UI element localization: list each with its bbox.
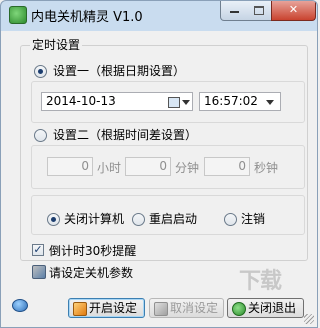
logoff-radio[interactable] xyxy=(224,213,237,226)
group-title: 定时设置 xyxy=(30,36,83,53)
minutes-input[interactable]: 0 xyxy=(125,157,171,176)
date-picker[interactable]: 2014-10-13 xyxy=(41,92,193,111)
countdown-label[interactable]: 倒计时30秒提醒 xyxy=(49,242,136,259)
start-button[interactable]: 开启设定 xyxy=(68,298,145,318)
calendar-icon[interactable] xyxy=(168,97,180,108)
resize-grip-icon[interactable] xyxy=(304,314,314,324)
start-icon xyxy=(73,302,87,316)
option1-label[interactable]: 设置一（根据日期设置） xyxy=(53,62,185,79)
seconds-unit: 秒钟 xyxy=(254,161,279,175)
hint-text: 请设定关机参数 xyxy=(49,266,134,280)
restart-radio[interactable] xyxy=(132,213,145,226)
window-title: 内电关机精灵 V1.0 xyxy=(31,10,143,25)
exit-button-label: 关闭退出 xyxy=(248,301,297,315)
minutes-unit: 分钟 xyxy=(175,161,200,175)
main-window: 内电关机精灵 V1.0 ✕ 定时设置 设置一（根据日期设置） 2014-10-1… xyxy=(0,0,318,328)
seconds-input[interactable]: 0 xyxy=(204,157,250,176)
maximize-icon xyxy=(253,5,264,15)
option1-radio[interactable] xyxy=(34,65,47,78)
option2-label[interactable]: 设置二（根据时间差设置） xyxy=(53,126,197,143)
title-bar[interactable]: 内电关机精灵 V1.0 ✕ xyxy=(1,1,317,29)
cancel-button-label: 取消设定 xyxy=(170,301,219,315)
countdown-checkbox[interactable]: ✓ xyxy=(32,244,44,256)
chat-bubble-icon[interactable] xyxy=(12,299,28,312)
app-icon xyxy=(9,6,27,24)
time-picker[interactable]: 16:57:02 xyxy=(199,92,281,111)
date-value: 2014-10-13 xyxy=(46,94,116,108)
shutdown-radio[interactable] xyxy=(47,213,60,226)
start-button-label: 开启设定 xyxy=(89,301,138,315)
close-icon: ✕ xyxy=(288,3,299,16)
watermark: 下载 xyxy=(239,269,282,294)
exit-button[interactable]: 关闭退出 xyxy=(227,298,304,318)
chevron-down-icon[interactable] xyxy=(182,100,190,105)
cancel-icon xyxy=(154,302,168,316)
exit-icon xyxy=(232,302,246,316)
restart-label[interactable]: 重启启动 xyxy=(149,210,197,227)
cancel-button[interactable]: 取消设定 xyxy=(149,298,224,318)
option2-radio[interactable] xyxy=(34,129,47,142)
logoff-label[interactable]: 注销 xyxy=(241,210,265,227)
minimize-button[interactable] xyxy=(220,1,248,21)
minimize-icon xyxy=(229,11,239,13)
time-value: 16:57:02 xyxy=(204,94,258,108)
shutdown-label[interactable]: 关闭计算机 xyxy=(64,210,124,227)
close-button[interactable]: ✕ xyxy=(271,1,316,21)
hours-input[interactable]: 0 xyxy=(47,157,93,176)
time-chevron-down-icon[interactable] xyxy=(266,100,274,105)
maximize-button[interactable] xyxy=(246,1,272,21)
hours-unit: 小时 xyxy=(97,161,122,175)
settings-hint-icon xyxy=(32,265,46,279)
